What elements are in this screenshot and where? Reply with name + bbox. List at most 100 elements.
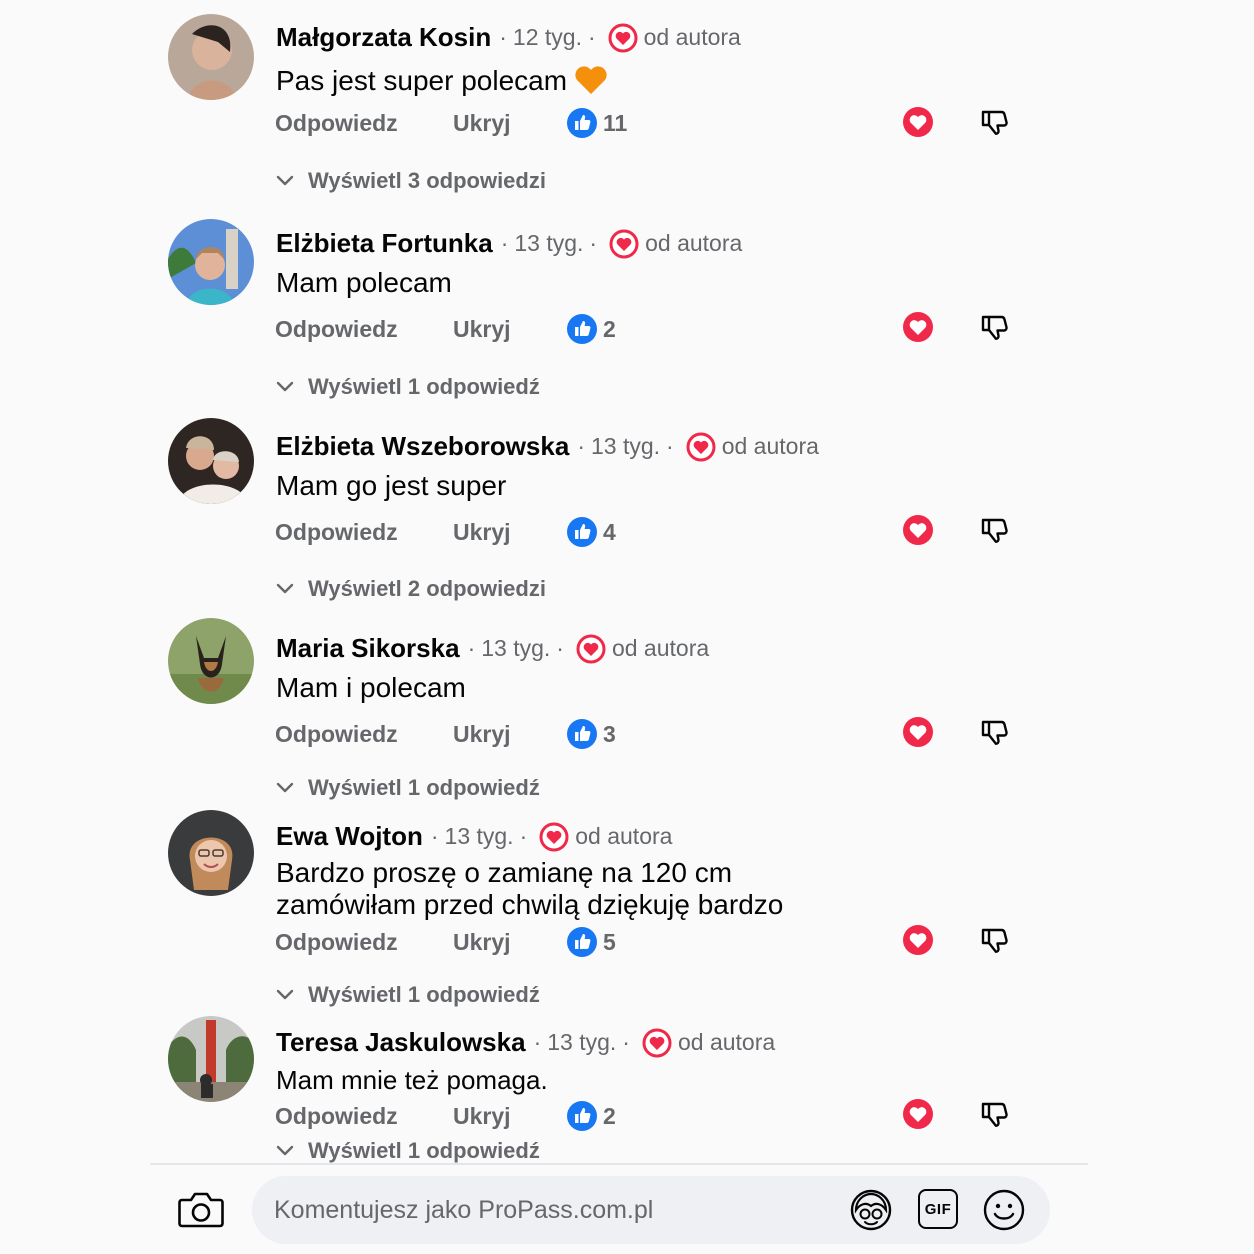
hide-button[interactable]: Ukryj	[453, 110, 567, 137]
author-liked-badge: od autora	[611, 635, 710, 661]
comment-text: Pas jest super polecam	[276, 62, 609, 98]
like-icon	[567, 314, 597, 344]
heart-icon[interactable]	[902, 1098, 934, 1130]
avatar-sticker-icon[interactable]	[848, 1188, 894, 1232]
dislike-icon[interactable]	[978, 514, 1010, 546]
author-name[interactable]: Ewa Wojton	[276, 821, 423, 852]
view-replies-link[interactable]: Wyświetl 2 odpowiedzi	[276, 576, 546, 602]
dislike-icon[interactable]	[978, 1098, 1010, 1130]
heart-icon	[686, 432, 716, 462]
comment-text: Mam mnie też pomaga.	[276, 1065, 548, 1095]
timestamp: · 13 tyg. ·	[577, 433, 674, 459]
view-replies-link[interactable]: Wyświetl 1 odpowiedź	[276, 982, 540, 1008]
timestamp: · 13 tyg. ·	[533, 1029, 630, 1055]
heart-icon[interactable]	[902, 924, 934, 956]
view-replies-label: Wyświetl 1 odpowiedź	[308, 1138, 540, 1163]
author-name[interactable]: Elżbieta Wszeborowska	[276, 431, 569, 462]
heart-icon	[539, 822, 569, 852]
smiley-icon[interactable]	[982, 1188, 1026, 1232]
timestamp: · 13 tyg. ·	[500, 230, 598, 256]
heart-icon	[576, 634, 606, 664]
heart-icon[interactable]	[902, 716, 934, 748]
comment-composer[interactable]: GIF	[252, 1176, 1050, 1244]
author-liked-badge: od autora	[645, 230, 743, 256]
author-name[interactable]: Elżbieta Fortunka	[276, 228, 493, 259]
chevron-down-icon	[276, 1145, 294, 1157]
heart-icon[interactable]	[902, 311, 934, 343]
divider	[150, 1163, 1088, 1165]
comment-text-line: zamówiłam przed chwilą dziękuję bardzo	[276, 889, 784, 920]
chevron-down-icon	[276, 583, 294, 595]
hide-button[interactable]: Ukryj	[453, 1103, 567, 1130]
avatar[interactable]	[168, 14, 254, 100]
author-liked-badge: od autora	[643, 24, 741, 50]
heart-icon	[609, 229, 639, 259]
view-replies-label: Wyświetl 1 odpowiedź	[308, 374, 540, 399]
dislike-icon[interactable]	[978, 924, 1010, 956]
view-replies-label: Wyświetl 1 odpowiedź	[308, 982, 540, 1007]
heart-icon[interactable]	[902, 106, 934, 138]
comment-header: Ewa Wojton · 13 tyg. · od autora	[276, 821, 672, 852]
comment-input[interactable]	[274, 1176, 834, 1244]
like-count[interactable]: 5	[567, 927, 616, 957]
view-replies-link[interactable]: Wyświetl 1 odpowiedź	[276, 1138, 540, 1164]
author-name[interactable]: Małgorzata Kosin	[276, 22, 491, 53]
chevron-down-icon	[276, 782, 294, 794]
chevron-down-icon	[276, 175, 294, 187]
avatar[interactable]	[168, 810, 254, 896]
comment-text: Mam i polecam	[276, 672, 466, 703]
like-count[interactable]: 11	[567, 108, 627, 138]
like-icon	[567, 719, 597, 749]
like-count[interactable]: 3	[567, 719, 616, 749]
like-count[interactable]: 2	[567, 1101, 616, 1131]
hide-button[interactable]: Ukryj	[453, 316, 567, 343]
like-icon	[567, 927, 597, 957]
dislike-icon[interactable]	[978, 311, 1010, 343]
heart-icon	[642, 1028, 672, 1058]
comment-text: Bardzo proszę o zamianę na 120 cm zamówi…	[276, 857, 783, 921]
reply-button[interactable]: Odpowiedz	[275, 1103, 453, 1130]
hide-button[interactable]: Ukryj	[453, 929, 567, 956]
comment-text: Mam polecam	[276, 267, 452, 298]
view-replies-link[interactable]: Wyświetl 1 odpowiedź	[276, 775, 540, 801]
dislike-icon[interactable]	[978, 716, 1010, 748]
like-count[interactable]: 2	[567, 314, 616, 344]
author-name[interactable]: Teresa Jaskulowska	[276, 1027, 526, 1058]
reply-button[interactable]: Odpowiedz	[275, 316, 453, 343]
dislike-icon[interactable]	[978, 106, 1010, 138]
view-replies-label: Wyświetl 3 odpowiedzi	[308, 168, 546, 193]
like-icon	[567, 1101, 597, 1131]
camera-icon[interactable]	[178, 1188, 224, 1230]
avatar[interactable]	[168, 418, 254, 504]
view-replies-label: Wyświetl 2 odpowiedzi	[308, 576, 546, 601]
view-replies-link[interactable]: Wyświetl 3 odpowiedzi	[276, 168, 546, 194]
view-replies-link[interactable]: Wyświetl 1 odpowiedź	[276, 374, 540, 400]
comment-actions: Odpowiedz Ukryj 2	[275, 314, 616, 344]
gif-icon[interactable]: GIF	[918, 1189, 958, 1229]
like-count[interactable]: 4	[567, 517, 616, 547]
chevron-down-icon	[276, 381, 294, 393]
author-liked-badge: od autora	[677, 1029, 776, 1055]
avatar[interactable]	[168, 219, 254, 305]
reply-button[interactable]: Odpowiedz	[275, 519, 453, 546]
timestamp: · 13 tyg. ·	[430, 823, 528, 849]
avatar[interactable]	[168, 1016, 254, 1102]
hide-button[interactable]: Ukryj	[453, 721, 567, 748]
comment-actions: Odpowiedz Ukryj 2	[275, 1101, 616, 1131]
reply-button[interactable]: Odpowiedz	[275, 110, 453, 137]
heart-icon[interactable]	[902, 514, 934, 546]
gif-label: GIF	[924, 1200, 952, 1218]
reply-button[interactable]: Odpowiedz	[275, 721, 453, 748]
timestamp: · 13 tyg. ·	[467, 635, 564, 661]
comment-actions: Odpowiedz Ukryj 4	[275, 517, 616, 547]
timestamp: · 12 tyg. ·	[499, 24, 596, 50]
comment-header: Teresa Jaskulowska · 13 tyg. · od autora	[276, 1027, 775, 1058]
like-icon	[567, 517, 597, 547]
hide-button[interactable]: Ukryj	[453, 519, 567, 546]
reply-button[interactable]: Odpowiedz	[275, 929, 453, 956]
comment-text-line: Bardzo proszę o zamianę na 120 cm	[276, 857, 733, 888]
view-replies-label: Wyświetl 1 odpowiedź	[308, 775, 540, 800]
avatar[interactable]	[168, 618, 254, 704]
author-name[interactable]: Maria Sikorska	[276, 633, 460, 664]
comment-actions: Odpowiedz Ukryj 5	[275, 927, 616, 957]
